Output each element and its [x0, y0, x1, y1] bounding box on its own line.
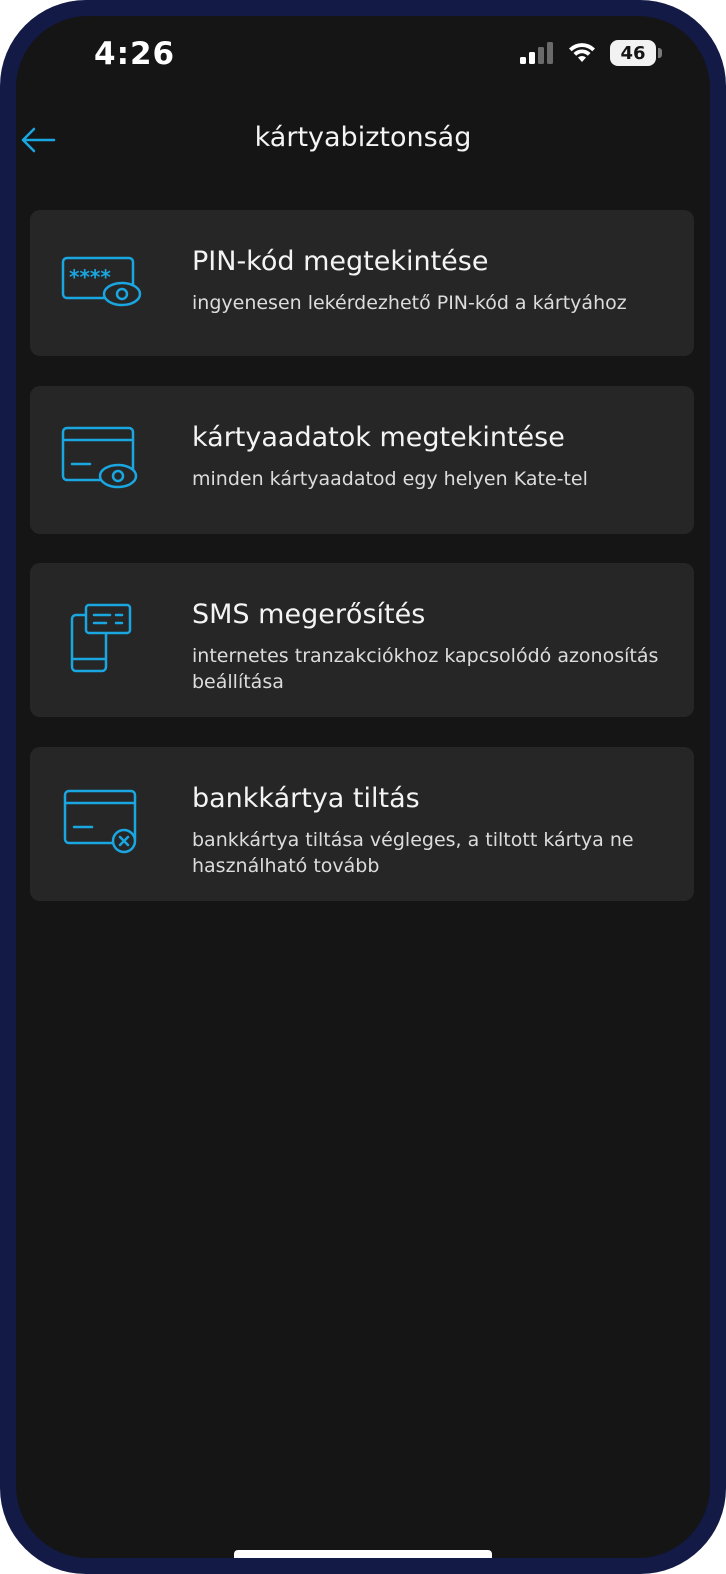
card-details-card[interactable]: kártyaadatok megtekintése minden kártyaa…: [30, 386, 694, 534]
sms-phone-icon: [70, 603, 132, 673]
sms-confirmation-subtitle: internetes tranzakciókhoz kapcsolódó azo…: [192, 645, 659, 693]
sms-confirmation-card[interactable]: SMS megerősítés internetes tranzakciókho…: [30, 563, 694, 717]
home-indicator[interactable]: [234, 1550, 492, 1558]
pin-view-subtitle: ingyenesen lekérdezhető PIN-kód a kártyá…: [192, 292, 627, 314]
cellular-signal-icon: [520, 42, 553, 64]
sms-confirmation-title: SMS megerősítés: [192, 599, 426, 630]
app-screen: 4:26 46 kártyabiztonság **** PIN-kód meg…: [16, 16, 710, 1558]
battery-tip: [658, 48, 662, 58]
pin-view-icon: ****: [61, 256, 142, 307]
battery-icon: 46: [610, 40, 662, 66]
card-details-title: kártyaadatok megtekintése: [192, 422, 565, 453]
card-block-title: bankkártya tiltás: [192, 783, 420, 814]
battery-level: 46: [610, 40, 656, 66]
wifi-icon: [569, 43, 595, 62]
nav-bar: kártyabiztonság: [16, 108, 710, 172]
svg-text:****: ****: [69, 265, 111, 289]
card-block-subtitle: bankkártya tiltása végleges, a tiltott k…: [192, 829, 634, 877]
status-time: 4:26: [94, 36, 176, 72]
phone-frame: 4:26 46 kártyabiztonság **** PIN-kód meg…: [0, 0, 726, 1574]
page-title: kártyabiztonság: [254, 122, 472, 153]
status-bar: 4:26 46: [16, 16, 710, 96]
card-view-icon: [61, 426, 138, 489]
card-block-icon: [63, 789, 137, 854]
status-icons: 46: [520, 40, 662, 66]
card-block-card[interactable]: bankkártya tiltás bankkártya tiltása vég…: [30, 747, 694, 901]
pin-view-card[interactable]: **** PIN-kód megtekintése ingyenesen lek…: [30, 210, 694, 356]
pin-view-title: PIN-kód megtekintése: [192, 246, 489, 277]
card-details-subtitle: minden kártyaadatod egy helyen Kate-tel: [192, 468, 588, 490]
